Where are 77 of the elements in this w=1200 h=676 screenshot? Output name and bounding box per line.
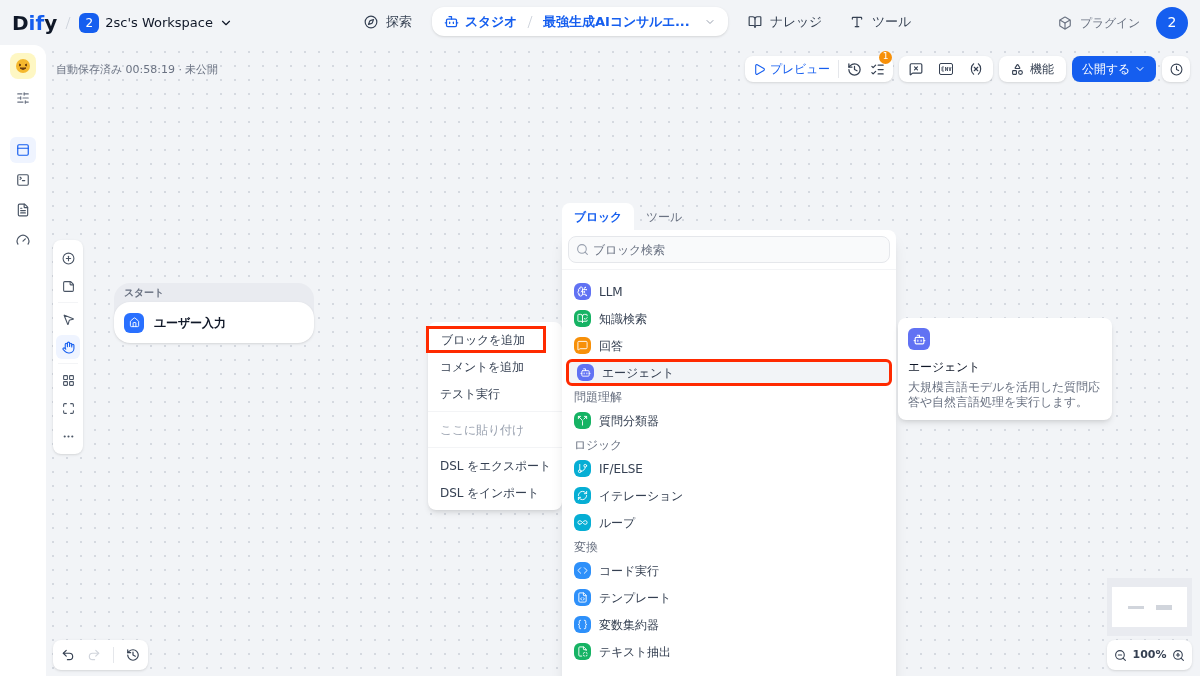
run-history-icon[interactable]	[847, 61, 862, 77]
zoom-level: 100%	[1132, 646, 1167, 663]
cube-icon	[1058, 15, 1072, 30]
tooltip-description: 大規模言語モデルを活用した質問応答や自然言語処理を実行します。	[908, 380, 1101, 410]
rail-button[interactable]	[10, 137, 36, 163]
block-item[interactable]: 質問分類器	[566, 407, 892, 434]
group-heading: 変換	[573, 538, 599, 556]
avatar[interactable]: 2	[1156, 6, 1188, 39]
tooltip-title: エージェント	[908, 359, 981, 376]
slash-separator-icon	[527, 14, 533, 29]
block-item[interactable]: コード実行	[566, 557, 892, 584]
settings-icon[interactable]	[16, 91, 30, 105]
menu-item[interactable]: コメントを追加	[428, 353, 562, 380]
block-item[interactable]: テンプレート	[566, 584, 892, 611]
hand-icon	[61, 340, 75, 354]
conversation-variable-icon[interactable]	[909, 62, 923, 76]
nav-tab[interactable]: スタジオ 最強生成AIコンサルエ...	[432, 7, 728, 36]
history-icon	[1169, 62, 1183, 76]
agent-icon	[908, 328, 930, 350]
app-emoji-icon	[10, 53, 36, 79]
variable-icon[interactable]	[969, 62, 983, 76]
publish-button[interactable]: 公開する	[1072, 56, 1156, 82]
checklist-icon[interactable]	[870, 61, 885, 77]
home-icon	[124, 312, 144, 333]
pointer-icon	[61, 312, 75, 326]
block-item[interactable]: IF/ELSE	[566, 455, 892, 482]
robot-icon	[444, 14, 459, 29]
block-item[interactable]: イテレーション	[566, 482, 892, 509]
panel-tab[interactable]: ブロック	[562, 203, 634, 230]
env-icon[interactable]	[939, 63, 953, 75]
menu-item[interactable]: ブロックを追加	[426, 326, 546, 353]
start-node[interactable]: ユーザー入力	[114, 302, 314, 343]
add-icon	[61, 251, 75, 265]
grid-icon	[61, 373, 75, 387]
nav-tab[interactable]: ツール	[841, 7, 919, 36]
node-label: スタート	[123, 286, 165, 300]
notification-badge: 1	[879, 50, 892, 64]
menu-item[interactable]: DSL をエクスポート	[428, 452, 562, 479]
group-heading: 問題理解	[573, 388, 623, 406]
group-heading: ロジック	[573, 436, 623, 454]
autosave-status: 自動保存済み 00:58:19 · 未公開	[56, 62, 219, 78]
features-button[interactable]: 機能	[999, 56, 1066, 82]
note-icon	[61, 279, 75, 293]
slash-separator-icon	[65, 15, 72, 30]
undo-icon[interactable]	[61, 648, 75, 662]
window-icon	[16, 143, 30, 157]
menu-item[interactable]: DSL をインポート	[428, 479, 562, 506]
block-item[interactable]: エージェント	[566, 359, 892, 386]
history-icon[interactable]	[126, 648, 140, 662]
plugins-button[interactable]: プラグイン	[1058, 13, 1140, 32]
block-item[interactable]: 知識検索	[566, 305, 892, 332]
workspace-badge: 2	[79, 12, 100, 33]
logo: Dify	[12, 9, 58, 37]
block-item[interactable]: LLM	[566, 278, 892, 305]
version-history-button[interactable]	[1162, 56, 1190, 82]
panel-tab[interactable]: ツール	[634, 203, 694, 230]
document-icon	[16, 203, 30, 217]
block-item[interactable]: 回答	[566, 332, 892, 359]
block-item[interactable]: ループ	[566, 509, 892, 536]
play-icon	[753, 62, 766, 76]
workspace-switcher[interactable]: 2 2sc's Workspace	[79, 12, 233, 33]
gauge-icon	[16, 233, 30, 247]
block-item[interactable]: テキスト抽出	[566, 638, 892, 665]
block-item[interactable]: 変数集約器	[566, 611, 892, 638]
terminal-icon	[16, 173, 30, 187]
zoom-in-icon[interactable]	[1172, 648, 1186, 662]
fit-view-icon	[61, 401, 75, 415]
canvas-tool[interactable]	[56, 335, 80, 359]
menu-item[interactable]: テスト実行	[428, 380, 562, 407]
compass-icon	[364, 14, 378, 29]
nav-tab[interactable]: 探索	[356, 7, 420, 36]
book-icon	[747, 14, 762, 29]
search-field[interactable]: ブロック検索	[568, 236, 890, 263]
nav-tab[interactable]: ナレッジ	[739, 7, 830, 36]
type-icon	[849, 14, 864, 29]
shapes-icon	[1011, 62, 1024, 76]
zoom-out-icon[interactable]	[1113, 648, 1127, 662]
